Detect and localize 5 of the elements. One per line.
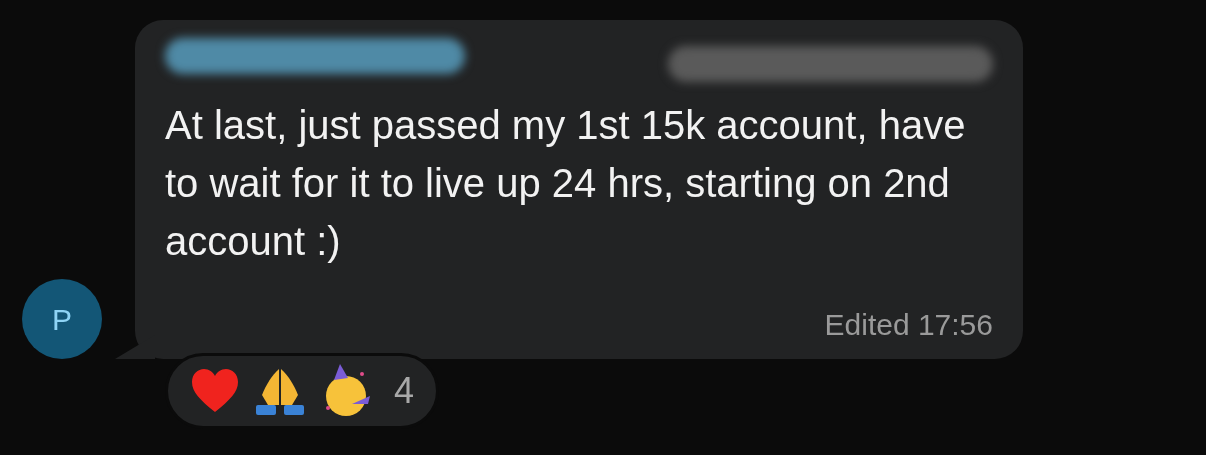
heart-icon (190, 368, 240, 414)
avatar[interactable]: P (22, 279, 102, 359)
message-text: At last, just passed my 1st 15k account, have to wait for it to live up 24 hrs, starting on 2nd account :) (165, 102, 967, 265)
reaction-count: 4 (394, 369, 415, 413)
message-timestamp: Edited 17:56 (824, 307, 993, 343)
